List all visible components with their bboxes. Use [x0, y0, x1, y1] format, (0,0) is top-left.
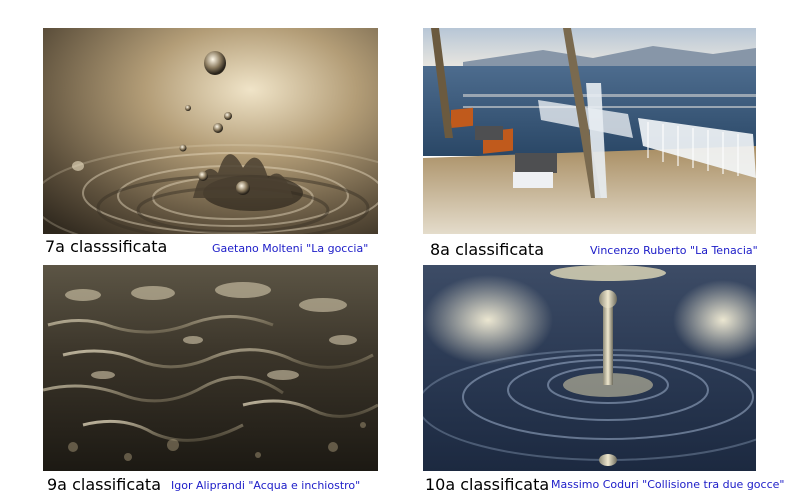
rank-label: 7a classsificata	[45, 237, 168, 256]
photo-water-drop-splash	[43, 28, 378, 234]
photo-credit: Massimo Coduri "Collisione tra due gocce…	[551, 478, 785, 491]
photo-frozen-lakeside-benches	[423, 28, 756, 234]
photo-colliding-drops	[423, 265, 756, 471]
rank-label: 8a classificata	[430, 240, 544, 259]
rank-label: 9a classificata	[47, 475, 161, 494]
photo-credit: Igor Aliprandi "Acqua e inchiostro"	[171, 479, 361, 492]
rank-label: 10a classificata	[425, 475, 550, 494]
photo-credit: Gaetano Molteni "La goccia"	[212, 242, 369, 255]
photo-water-and-ink	[43, 265, 378, 471]
photo-credit: Vincenzo Ruberto "La Tenacia"	[590, 244, 758, 257]
